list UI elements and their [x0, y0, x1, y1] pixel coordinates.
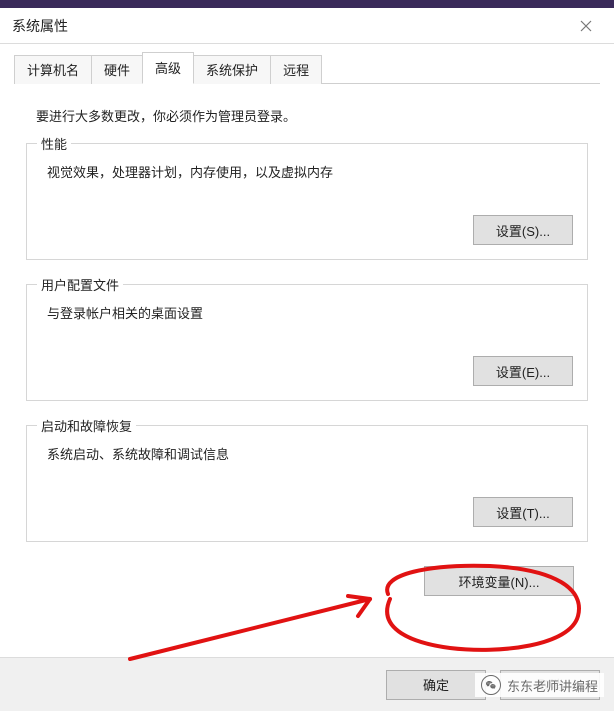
group-performance-legend: 性能 — [37, 134, 71, 153]
ok-button[interactable]: 确定 — [386, 670, 486, 700]
tabstrip: 计算机名 硬件 高级 系统保护 远程 — [14, 56, 600, 84]
performance-settings-button[interactable]: 设置(S)... — [473, 215, 573, 245]
tab-advanced[interactable]: 高级 — [142, 52, 194, 84]
tab-remote[interactable]: 远程 — [270, 55, 322, 84]
close-icon — [580, 20, 592, 32]
group-startup-recovery: 启动和故障恢复 系统启动、系统故障和调试信息 设置(T)... — [26, 425, 588, 542]
watermark: 东东老师讲编程 — [475, 673, 604, 697]
group-user-profiles: 用户配置文件 与登录帐户相关的桌面设置 设置(E)... — [26, 284, 588, 401]
user-profiles-settings-button[interactable]: 设置(E)... — [473, 356, 573, 386]
titlebar: 系统属性 — [0, 8, 614, 44]
group-performance-desc: 视觉效果，处理器计划，内存使用，以及虚拟内存 — [47, 162, 573, 181]
tab-system-protection[interactable]: 系统保护 — [193, 55, 271, 84]
dialog-body: 计算机名 硬件 高级 系统保护 远程 要进行大多数更改，你必须作为管理员登录。 … — [0, 44, 614, 711]
startup-recovery-settings-button[interactable]: 设置(T)... — [473, 497, 573, 527]
group-startup-recovery-legend: 启动和故障恢复 — [37, 416, 136, 435]
close-button[interactable] — [564, 8, 608, 44]
group-user-profiles-desc: 与登录帐户相关的桌面设置 — [47, 303, 573, 322]
group-performance: 性能 视觉效果，处理器计划，内存使用，以及虚拟内存 设置(S)... — [26, 143, 588, 260]
tab-computer-name[interactable]: 计算机名 — [14, 55, 92, 84]
group-startup-recovery-desc: 系统启动、系统故障和调试信息 — [47, 444, 573, 463]
environment-variables-button[interactable]: 环境变量(N)... — [424, 566, 574, 596]
group-user-profiles-legend: 用户配置文件 — [37, 275, 123, 294]
tab-hardware[interactable]: 硬件 — [91, 55, 143, 84]
window-top-border — [0, 0, 614, 8]
window-title: 系统属性 — [12, 16, 68, 36]
watermark-text: 东东老师讲编程 — [507, 676, 598, 695]
wechat-icon — [481, 675, 501, 695]
tab-content-advanced: 要进行大多数更改，你必须作为管理员登录。 性能 视觉效果，处理器计划，内存使用，… — [14, 84, 600, 596]
admin-note: 要进行大多数更改，你必须作为管理员登录。 — [36, 106, 588, 125]
